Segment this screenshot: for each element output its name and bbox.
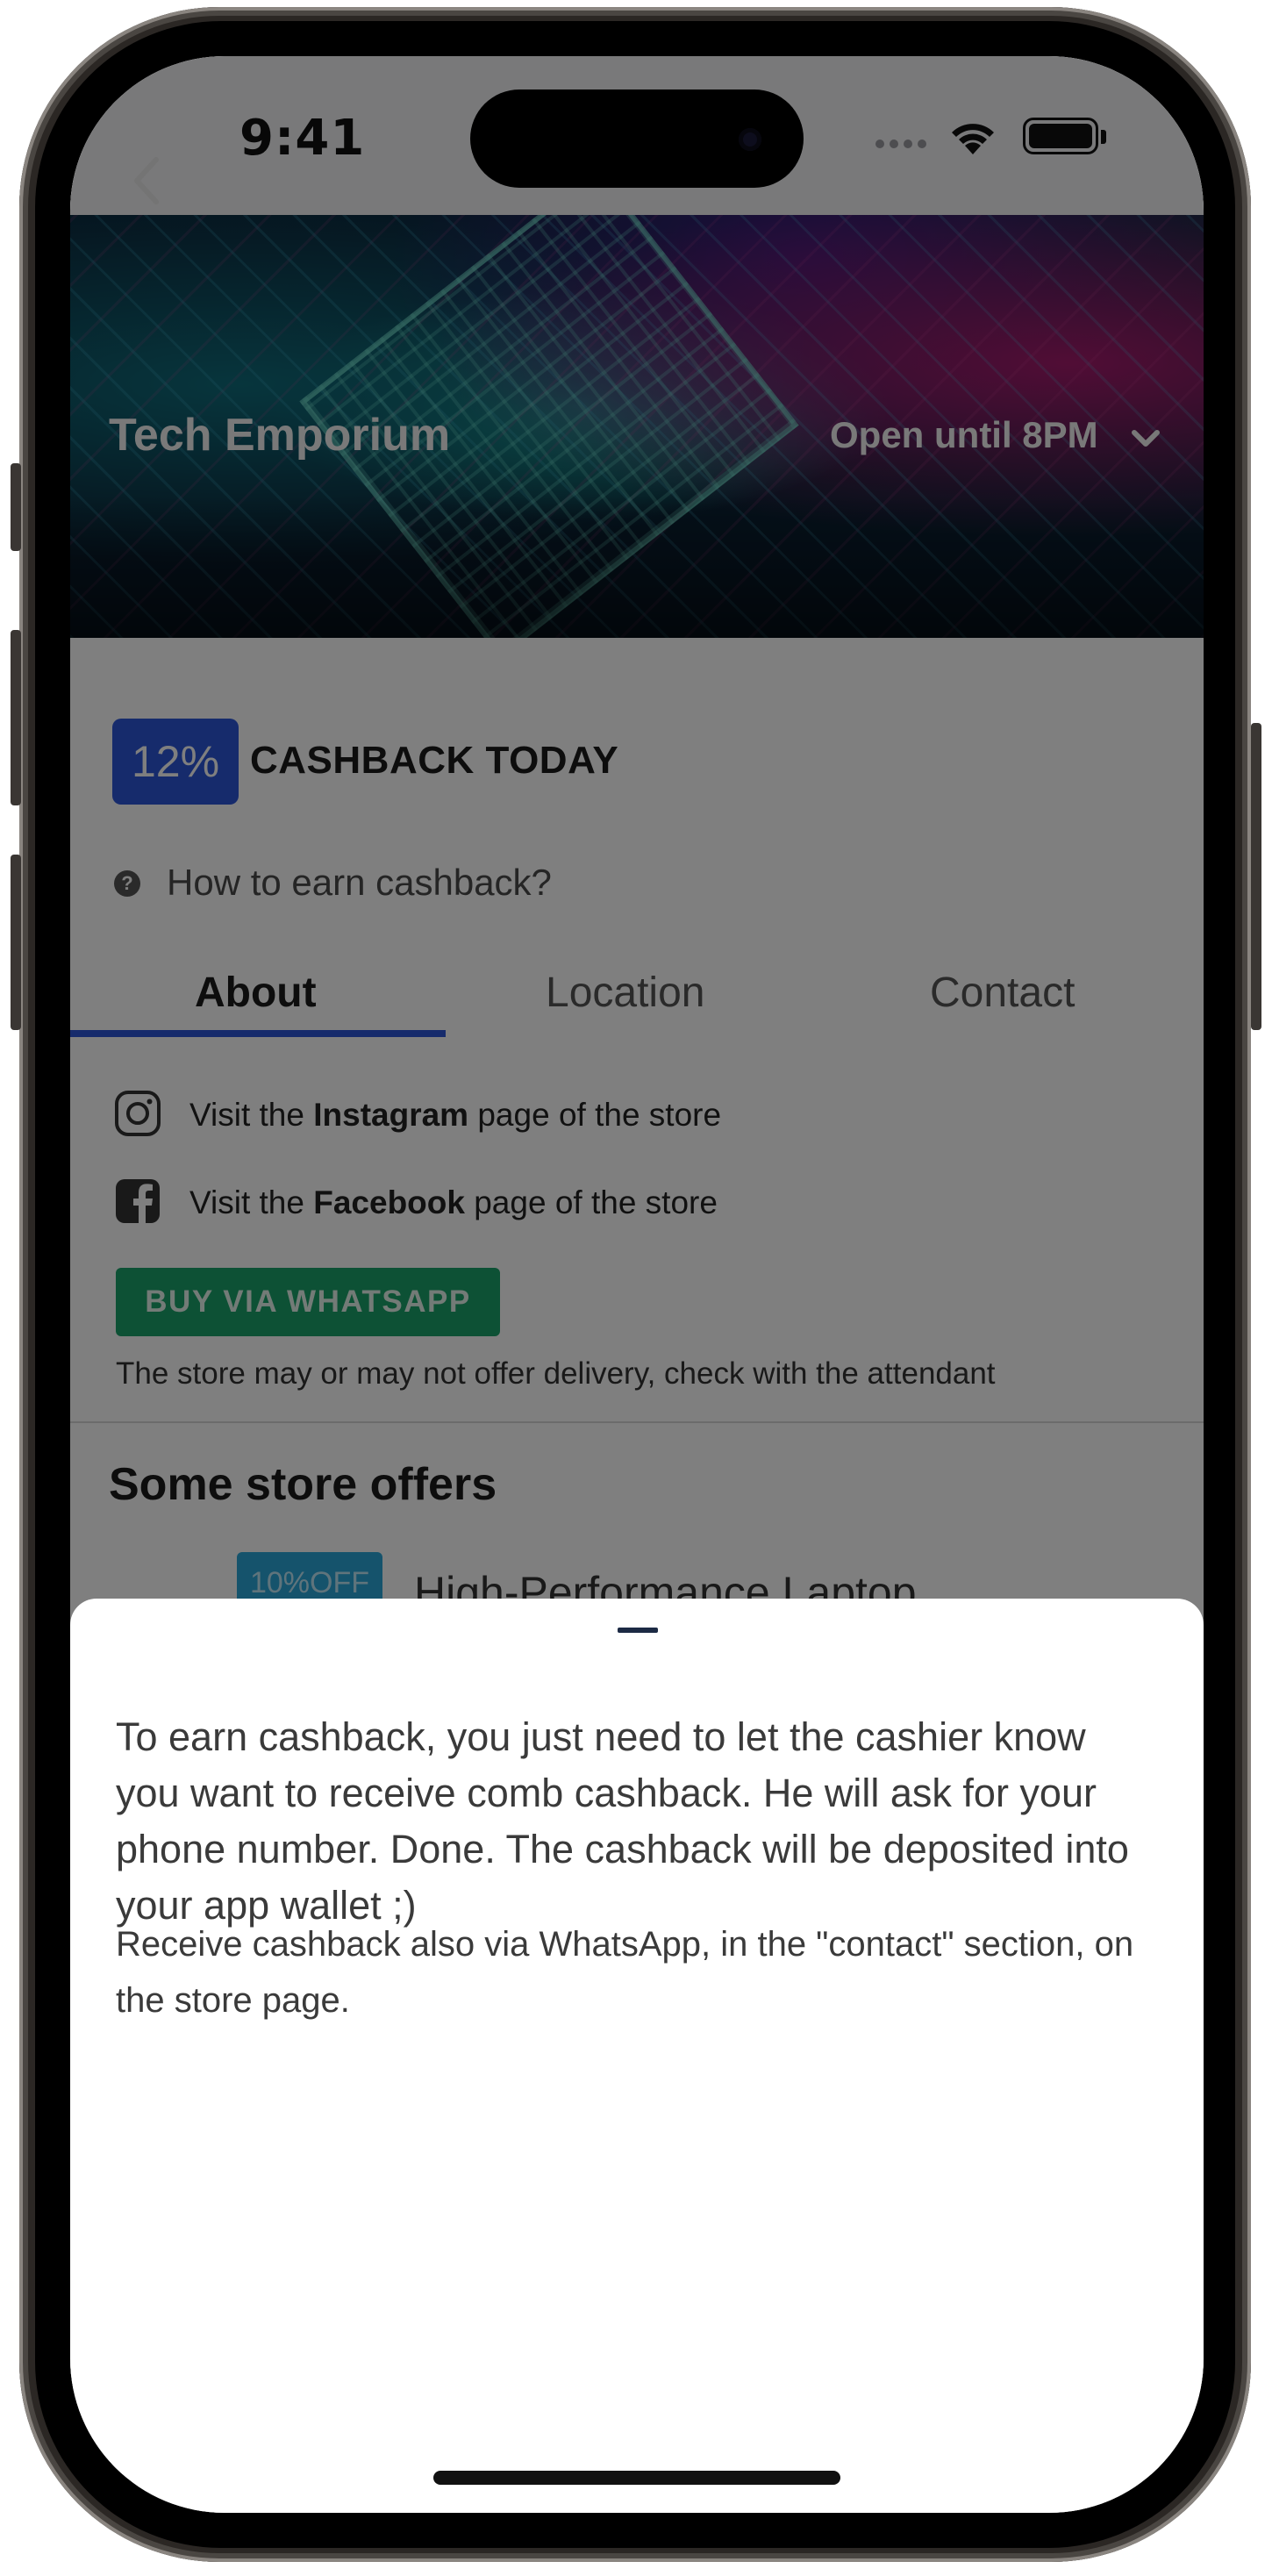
home-indicator[interactable] <box>433 2471 840 2485</box>
volume-down-button <box>11 855 21 1030</box>
action-button <box>11 463 21 551</box>
power-button <box>1251 723 1261 1030</box>
sheet-secondary-text: Receive cashback also via WhatsApp, in t… <box>116 1925 1134 2020</box>
sheet-grabber[interactable] <box>618 1628 658 1633</box>
volume-up-button <box>11 630 21 805</box>
sheet-main-text: To earn cashback, you just need to let t… <box>116 1714 1129 1928</box>
screen: 9:41 Tech Emporium Open until 8PM 12% CA… <box>70 56 1204 2513</box>
